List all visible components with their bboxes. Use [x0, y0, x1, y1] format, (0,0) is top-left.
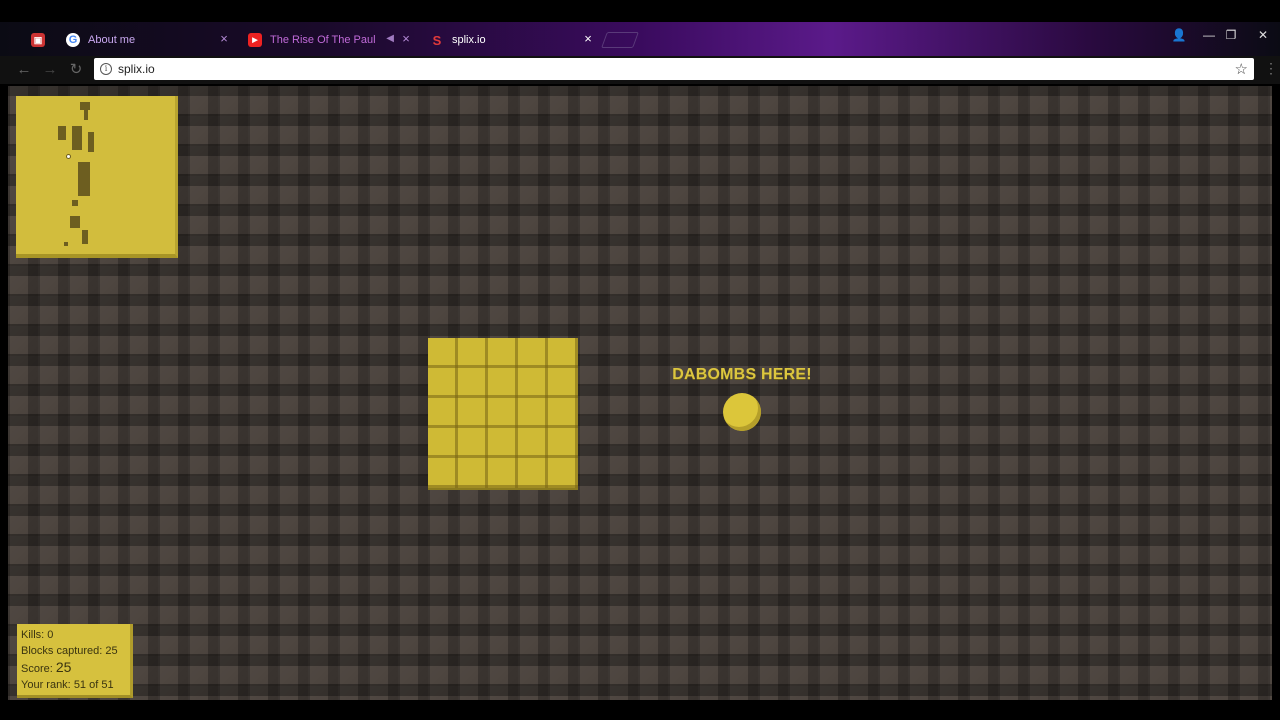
minimap-territory [78, 162, 90, 196]
minimap-territory [70, 216, 80, 228]
tab-rise-of-the-paul[interactable]: ▶ The Rise Of The Paul ◀ × [238, 26, 420, 54]
google-icon: G [66, 33, 80, 47]
minimap-territory [88, 132, 94, 152]
stat-rank: Your rank: 51 of 51 [21, 677, 126, 693]
score-label: Score: [21, 663, 53, 675]
player-territory [428, 338, 578, 488]
kills-value: 0 [47, 629, 54, 641]
rank-label: Your rank: [21, 679, 71, 691]
splix-icon: S [432, 32, 442, 48]
player-avatar [723, 393, 761, 431]
tab-title: splix.io [452, 34, 486, 46]
tab-strip: ▣ G About me × ▶ The Rise Of The Paul ◀ … [0, 22, 1280, 56]
minimap-territory [84, 110, 88, 120]
menu-icon[interactable]: ⋮ [1264, 60, 1278, 77]
minimize-icon[interactable]: — [1198, 24, 1220, 46]
minimap-player-marker [66, 154, 71, 159]
close-icon[interactable]: ✕ [1252, 24, 1274, 46]
stat-kills: Kills: 0 [21, 627, 126, 643]
minimap-territory [64, 242, 68, 246]
tab-title: About me [88, 34, 136, 46]
minimap-territory [72, 126, 82, 150]
minimap-territory [58, 126, 66, 140]
close-tab-icon[interactable]: × [218, 32, 230, 45]
minimap [16, 96, 178, 258]
tab-extension[interactable]: ▣ [20, 26, 56, 54]
close-tab-icon[interactable]: × [582, 32, 594, 45]
forward-icon[interactable]: → [40, 60, 60, 80]
restore-icon[interactable]: ❐ [1220, 24, 1242, 46]
reload-icon[interactable]: ↻ [66, 60, 86, 80]
stat-score: Score: 25 [21, 659, 126, 677]
bookmark-star-icon[interactable]: ☆ [1235, 60, 1248, 78]
extension-icon: ▣ [31, 33, 45, 47]
url-text: splix.io [118, 62, 155, 76]
address-bar[interactable]: i splix.io ☆ [94, 58, 1254, 80]
back-icon[interactable]: ← [14, 60, 34, 80]
player-name-label: DABOMBS HERE! [672, 366, 812, 383]
browser-window: ▣ G About me × ▶ The Rise Of The Paul ◀ … [0, 0, 1280, 720]
close-tab-icon[interactable]: × [400, 32, 412, 45]
new-tab-button[interactable] [601, 32, 639, 48]
minimap-territory [80, 102, 90, 110]
kills-label: Kills: [21, 629, 45, 641]
minimap-territory [72, 200, 78, 206]
blocks-value: 25 [105, 645, 118, 657]
info-icon[interactable]: i [100, 63, 112, 75]
youtube-icon: ▶ [248, 33, 262, 47]
game-canvas[interactable] [8, 86, 1272, 700]
minimap-territory [82, 230, 88, 244]
profile-icon[interactable]: 👤 [1168, 24, 1190, 46]
speaker-muted-icon[interactable]: ◀ [386, 33, 394, 44]
tab-splix[interactable]: S splix.io × [420, 26, 602, 54]
tab-about-me[interactable]: G About me × [56, 26, 238, 54]
rank-value: 51 of 51 [73, 679, 114, 691]
score-value: 25 [55, 659, 72, 675]
blocks-label: Blocks captured: [21, 645, 103, 657]
tab-title: The Rise Of The Paul [270, 34, 376, 46]
stats-panel: Kills: 0 Blocks captured: 25 Score: 25 Y… [17, 624, 133, 698]
stat-blocks: Blocks captured: 25 [21, 643, 126, 659]
